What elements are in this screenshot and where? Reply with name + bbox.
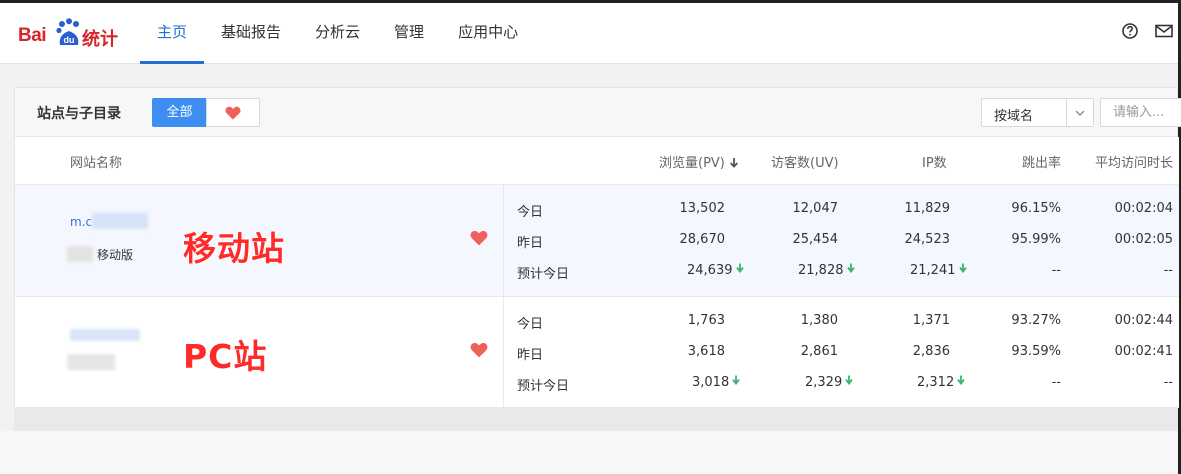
site-name-cell: PC站 xyxy=(15,297,504,408)
col-pv-label: 浏览量(PV) xyxy=(659,156,725,171)
bounce-value: 95.99% xyxy=(1011,232,1061,247)
overlay-label-pc: PC站 xyxy=(182,336,268,377)
avg-duration-value: 00:02:44 xyxy=(1114,313,1173,328)
redacted-domain xyxy=(92,213,148,229)
top-header: Bai du 统计 主页 基础报告 分析云 管理 应用中心 xyxy=(0,3,1178,64)
pv-value: 28,670 xyxy=(679,232,726,247)
redacted-name xyxy=(67,246,93,262)
uv-value: 21,828 xyxy=(798,263,844,278)
trend-down-icon xyxy=(735,263,744,273)
panel-footer-strip xyxy=(14,407,1178,431)
nav-item-manage[interactable]: 管理 xyxy=(377,3,441,64)
overlay-label-mobile: 移动站 xyxy=(182,228,285,269)
nav-item-home[interactable]: 主页 xyxy=(140,3,205,64)
heart-icon xyxy=(225,106,241,119)
heart-icon[interactable] xyxy=(470,230,488,246)
trend-down-icon xyxy=(846,263,855,273)
pv-value: 3,018 xyxy=(692,375,730,390)
avg-duration-value: 00:02:05 xyxy=(1114,232,1173,247)
main-nav: 主页 基础报告 分析云 管理 应用中心 xyxy=(140,3,535,64)
row-label-yesterday: 昨日 xyxy=(517,348,544,363)
pv-value: 13,502 xyxy=(679,201,726,216)
row-label-today: 今日 xyxy=(517,317,544,332)
filter-favorites-button[interactable] xyxy=(206,98,260,127)
bounce-value: 96.15% xyxy=(1011,201,1061,216)
ip-value: 2,312 xyxy=(917,375,955,390)
bounce-value: 93.59% xyxy=(1011,344,1061,359)
ip-value: 2,836 xyxy=(912,344,950,359)
search-input[interactable] xyxy=(1100,98,1181,127)
ip-forecast: 21,241 xyxy=(910,263,967,278)
pv-value: 3,618 xyxy=(687,344,725,359)
sort-down-icon xyxy=(729,158,739,168)
trend-down-icon xyxy=(958,263,967,273)
bounce-value: -- xyxy=(1051,263,1061,278)
uv-forecast: 2,329 xyxy=(805,375,853,390)
paw-text: du xyxy=(64,35,75,45)
trend-down-icon xyxy=(845,375,853,385)
pv-value: 1,763 xyxy=(687,313,725,328)
page-bottom-area xyxy=(0,431,1178,474)
pv-forecast: 3,018 xyxy=(692,375,740,390)
col-uv[interactable]: 访客数(UV) xyxy=(771,152,839,171)
uv-value: 1,380 xyxy=(800,313,838,328)
uv-value: 2,861 xyxy=(800,344,838,359)
chevron-down-icon[interactable] xyxy=(1066,99,1093,126)
filter-all-button[interactable]: 全部 xyxy=(152,98,207,127)
row-label-forecast: 预计今日 xyxy=(517,267,570,282)
sort-select[interactable]: 按域名 xyxy=(981,98,1094,127)
mail-icon[interactable] xyxy=(1154,21,1174,41)
nav-item-app-center[interactable]: 应用中心 xyxy=(441,3,535,64)
table-row: m.c 移动版 移动站 今日 13,502 12,047 11,829 96.1… xyxy=(15,184,1179,296)
nav-item-analysis-cloud[interactable]: 分析云 xyxy=(298,3,377,64)
col-pv[interactable]: 浏览量(PV) xyxy=(659,152,739,171)
avg-duration-value: -- xyxy=(1163,375,1173,390)
row-label-yesterday: 昨日 xyxy=(517,236,544,251)
logo-text-tongji: 统计 xyxy=(82,29,118,50)
ip-value: 11,829 xyxy=(904,201,951,216)
uv-value: 2,329 xyxy=(805,375,843,390)
avg-duration-value: 00:02:04 xyxy=(1114,201,1173,216)
bounce-value: 93.27% xyxy=(1011,313,1061,328)
col-site-name: 网站名称 xyxy=(70,156,123,171)
baidu-tongji-logo[interactable]: Bai du 统计 xyxy=(18,17,118,51)
site-url[interactable]: m.c xyxy=(70,215,92,229)
col-ip[interactable]: IP数 xyxy=(922,152,947,171)
pv-value: 24,639 xyxy=(687,263,733,278)
panel-title: 站点与子目录 xyxy=(37,106,121,122)
uv-forecast: 21,828 xyxy=(798,263,855,278)
sites-panel: 站点与子目录 全部 按域名 网站名称 浏览量(PV) 访客数(UV) IP数 跳… xyxy=(14,87,1181,408)
avg-duration-value: 00:02:41 xyxy=(1114,344,1173,359)
redacted-name xyxy=(67,354,115,370)
ip-value: 24,523 xyxy=(904,232,951,247)
uv-value: 12,047 xyxy=(792,201,839,216)
table-row: PC站 今日 1,763 1,380 1,371 93.27% 00:02:44… xyxy=(15,296,1179,408)
help-icon[interactable] xyxy=(1120,21,1140,41)
uv-value: 25,454 xyxy=(792,232,839,247)
row-label-today: 今日 xyxy=(517,205,544,220)
table-header: 网站名称 浏览量(PV) 访客数(UV) IP数 跳出率 平均访问时长 xyxy=(15,137,1179,184)
header-icons xyxy=(1120,21,1174,41)
nav-item-basic-report[interactable]: 基础报告 xyxy=(204,3,298,64)
redacted-domain xyxy=(70,329,140,341)
ip-value: 1,371 xyxy=(912,313,950,328)
bounce-value: -- xyxy=(1051,375,1061,390)
col-bounce[interactable]: 跳出率 xyxy=(1022,152,1061,171)
baidu-paw-icon: du xyxy=(56,18,79,45)
row-label-forecast: 预计今日 xyxy=(517,379,570,394)
trend-down-icon xyxy=(732,375,740,385)
avg-duration-value: -- xyxy=(1163,263,1173,278)
pv-forecast: 24,639 xyxy=(687,263,744,278)
site-subtitle: 移动版 xyxy=(97,248,134,262)
ip-forecast: 2,312 xyxy=(917,375,965,390)
trend-down-icon xyxy=(957,375,965,385)
sort-select-value: 按域名 xyxy=(994,109,1034,124)
logo-text-bai: Bai xyxy=(18,25,47,46)
panel-toolbar: 站点与子目录 全部 按域名 xyxy=(15,88,1181,137)
site-name-cell: m.c 移动版 移动站 xyxy=(15,185,504,296)
heart-icon[interactable] xyxy=(470,342,488,358)
col-avg-duration[interactable]: 平均访问时长 xyxy=(1095,152,1173,171)
ip-value: 21,241 xyxy=(910,263,956,278)
